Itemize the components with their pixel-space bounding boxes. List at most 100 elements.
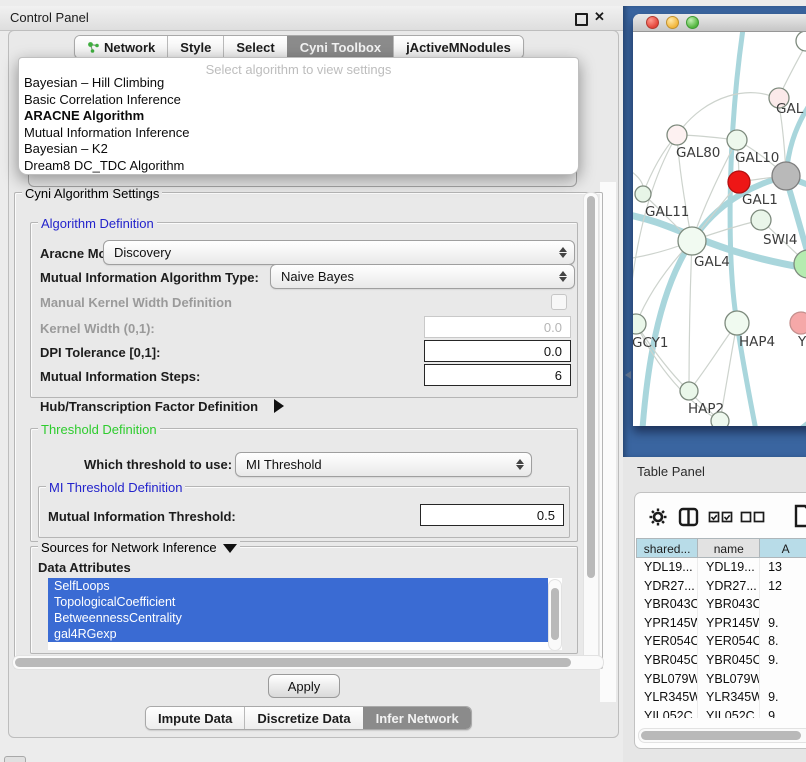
table-cell: YBR045C <box>636 651 698 670</box>
column-header-a[interactable]: A <box>760 538 806 558</box>
control-panel-tabs: Network Style Select Cyni Toolbox jActiveMNo… <box>74 35 524 59</box>
thin-edge[interactable] <box>689 241 692 391</box>
minimize-traffic-light-icon[interactable] <box>666 16 679 29</box>
algorithm-option-mutual-information-inference[interactable]: Mutual Information Inference <box>19 125 578 142</box>
tab-select[interactable]: Select <box>223 36 286 58</box>
mi-steps-label: Mutual Information Steps: <box>40 369 200 384</box>
close-traffic-light-icon[interactable] <box>646 16 659 29</box>
table-panel-title: Table Panel <box>637 464 705 479</box>
network-node[interactable] <box>796 32 806 51</box>
tab-network-label: Network <box>104 40 155 55</box>
table-cell: YDL19... <box>698 558 760 577</box>
column-header-shared[interactable]: shared... <box>636 538 698 558</box>
column-header-name[interactable]: name <box>698 538 760 558</box>
tab-cyni-toolbox-label: Cyni Toolbox <box>300 40 381 55</box>
bottom-tab-discretize-data[interactable]: Discretize Data <box>244 707 362 729</box>
network-graph: GALGAL80GAL10GAL1SWI4GAL11GAL4GCY1HAP4YH… <box>633 32 806 426</box>
table-row[interactable]: YDR27...YDR27...12 <box>636 577 806 596</box>
aracne-mode-combo[interactable]: Discovery <box>103 240 575 265</box>
kernel-width-label: Kernel Width (0,1): <box>40 321 155 336</box>
collapse-arrow-icon[interactable] <box>223 544 237 553</box>
table-cell: YLR345W <box>636 688 698 707</box>
network-node-gal1[interactable] <box>728 171 750 193</box>
network-node[interactable] <box>772 162 800 190</box>
gear-icon[interactable] <box>648 507 668 527</box>
mi-algorithm-type-combo[interactable]: Naive Bayes <box>270 264 575 289</box>
table-cell <box>760 595 806 614</box>
mi-threshold-field[interactable]: 0.5 <box>420 504 564 526</box>
attribute-item-topologicalcoefficient[interactable]: TopologicalCoefficient <box>48 594 548 610</box>
bottom-tab-infer-network-label: Infer Network <box>376 711 459 726</box>
network-node-gal80[interactable] <box>667 125 687 145</box>
network-node-gal4[interactable] <box>678 227 706 255</box>
expand-arrow-icon[interactable] <box>274 399 284 413</box>
hub-definition-label: Hub/Transcription Factor Definition <box>40 399 258 414</box>
tab-style[interactable]: Style <box>167 36 223 58</box>
tab-style-label: Style <box>180 40 211 55</box>
thick-edge[interactable] <box>788 185 806 261</box>
table-row[interactable]: YIL052CYIL052C9. <box>636 707 806 718</box>
tab-network[interactable]: Network <box>75 36 167 58</box>
attribute-item-betweennesscentrality[interactable]: BetweennessCentrality <box>48 610 548 626</box>
bottom-tab-impute-data[interactable]: Impute Data <box>146 707 244 729</box>
bottom-tab-infer-network[interactable]: Infer Network <box>363 707 471 729</box>
thin-edge[interactable] <box>677 93 778 135</box>
column-selector-icon[interactable] <box>678 507 700 527</box>
float-window-icon[interactable] <box>575 13 588 26</box>
table-row[interactable]: YDL19...YDL19...13 <box>636 558 806 577</box>
deselect-all-checkboxes-icon[interactable] <box>740 510 766 524</box>
kernel-width-field[interactable]: 0.0 <box>424 316 571 338</box>
network-window-titlebar[interactable] <box>633 14 806 32</box>
algorithm-option-dream8-dc-tdc-algorithm[interactable]: Dream8 DC_TDC Algorithm <box>19 158 578 175</box>
zoom-traffic-light-icon[interactable] <box>686 16 699 29</box>
tab-jactivemnodules[interactable]: jActiveMNodules <box>393 36 523 58</box>
attribute-item-selfloops[interactable]: SelfLoops <box>48 578 548 594</box>
network-node[interactable] <box>794 250 806 278</box>
network-node-y[interactable] <box>790 312 806 334</box>
splitter-collapse-icon[interactable] <box>625 371 631 379</box>
table-horizontal-scrollbar[interactable] <box>638 728 806 743</box>
network-node[interactable] <box>711 412 729 426</box>
network-node-gcy1[interactable] <box>633 314 646 334</box>
algorithm-option-bayesian-k2[interactable]: Bayesian – K2 <box>19 141 578 158</box>
network-node-gal11[interactable] <box>635 186 651 202</box>
close-icon[interactable]: ✕ <box>594 9 605 25</box>
table-row[interactable]: YBL079WYBL079W <box>636 670 806 689</box>
table-cell: YPR145W <box>698 614 760 633</box>
bottom-tab-impute-data-label: Impute Data <box>158 711 232 726</box>
list-scrollbar[interactable] <box>548 579 562 651</box>
network-node-gal10[interactable] <box>727 130 747 150</box>
network-canvas[interactable]: GALGAL80GAL10GAL1SWI4GAL11GAL4GCY1HAP4YH… <box>633 32 806 426</box>
mi-threshold-definition-title: MI Threshold Definition <box>46 480 185 495</box>
table-row[interactable]: YBR043CYBR043C <box>636 595 806 614</box>
algorithm-option-bayesian-hill-climbing[interactable]: Bayesian – Hill Climbing <box>19 75 578 92</box>
new-table-icon[interactable] <box>793 503 806 529</box>
network-node-swi4[interactable] <box>751 210 771 230</box>
cyni-mode-tabs: Impute Data Discretize Data Infer Network <box>145 706 472 730</box>
node-label: GAL80 <box>676 145 720 161</box>
attribute-item-gal4rgexp[interactable]: gal4RGexp <box>48 626 548 642</box>
network-view-window[interactable]: GALGAL80GAL10GAL1SWI4GAL11GAL4GCY1HAP4YH… <box>633 14 806 426</box>
table-row[interactable]: YPR145WYPR145W9. <box>636 614 806 633</box>
dpi-tolerance-field[interactable]: 0.0 <box>424 340 571 362</box>
table-row[interactable]: YLR345WYLR345W9. <box>636 688 806 707</box>
which-threshold-combo[interactable]: MI Threshold <box>235 452 532 477</box>
algorithm-option-aracne-algorithm[interactable]: ARACNE Algorithm <box>19 108 578 125</box>
tab-cyni-toolbox[interactable]: Cyni Toolbox <box>287 36 393 58</box>
algorithm-option-basic-correlation-inference[interactable]: Basic Correlation Inference <box>19 92 578 109</box>
thick-edge[interactable] <box>737 425 806 426</box>
mi-steps-field[interactable]: 6 <box>424 364 571 386</box>
table-row[interactable]: YER054CYER054C8. <box>636 632 806 651</box>
table-row[interactable]: YBR045CYBR045C9. <box>636 651 806 670</box>
settings-vertical-scrollbar[interactable] <box>583 192 599 666</box>
data-attributes-list[interactable]: SelfLoopsTopologicalCoefficientBetweenne… <box>48 578 562 650</box>
network-node-hap2[interactable] <box>680 382 698 400</box>
network-node-hap4[interactable] <box>725 311 749 335</box>
table-cell: 13 <box>760 558 806 577</box>
table-cell: YDL19... <box>636 558 698 577</box>
minimized-panel-icon[interactable] <box>4 756 26 762</box>
select-all-checkboxes-icon[interactable] <box>708 510 734 524</box>
apply-button[interactable]: Apply <box>268 674 340 698</box>
manual-kernel-width-checkbox[interactable] <box>551 294 567 310</box>
settings-horizontal-scrollbar[interactable] <box>12 655 604 670</box>
